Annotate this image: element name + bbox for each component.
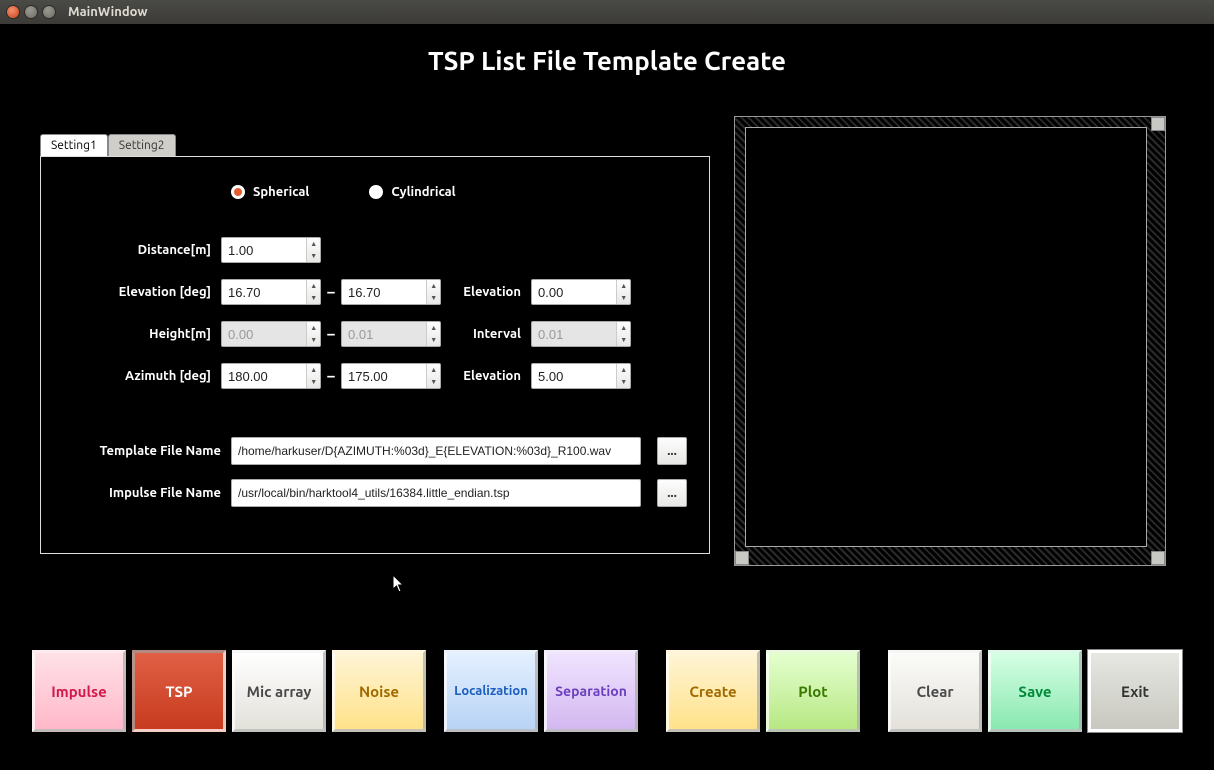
- height-to-input: [342, 322, 426, 346]
- elevation-from-stepper[interactable]: ▲▼: [221, 279, 321, 305]
- template-file-browse-button[interactable]: ...: [657, 437, 687, 465]
- clear-button[interactable]: Clear: [888, 650, 982, 732]
- elevation-from-input[interactable]: [222, 280, 306, 304]
- radio-cylindrical[interactable]: Cylindrical: [369, 185, 455, 199]
- create-button[interactable]: Create: [666, 650, 760, 732]
- interval-input: [532, 322, 616, 346]
- scroll-corner-icon[interactable]: [1151, 551, 1165, 565]
- radio-spherical-label: Spherical: [253, 185, 309, 199]
- tab-setting1[interactable]: Setting1: [40, 134, 108, 156]
- label-azimuth: Azimuth [deg]: [61, 369, 221, 383]
- tsp-button[interactable]: TSP: [132, 650, 226, 732]
- radio-spherical[interactable]: Spherical: [231, 185, 309, 199]
- azimuth-from-input[interactable]: [222, 364, 306, 388]
- plot-button[interactable]: Plot: [766, 650, 860, 732]
- azimuth-to-input[interactable]: [342, 364, 426, 388]
- stepper-arrows[interactable]: ▲▼: [306, 280, 320, 304]
- elevation-step-stepper[interactable]: ▲▼: [531, 279, 631, 305]
- elevation-step-input[interactable]: [532, 280, 616, 304]
- window-buttons: [6, 5, 56, 19]
- elevation-to-stepper[interactable]: ▲▼: [341, 279, 441, 305]
- interval-stepper: ▲▼: [531, 321, 631, 347]
- radio-dot-icon: [369, 185, 383, 199]
- stepper-arrows[interactable]: ▲▼: [306, 364, 320, 388]
- height-from-input: [222, 322, 306, 346]
- stepper-arrows[interactable]: ▲▼: [616, 364, 630, 388]
- stepper-arrows[interactable]: ▲▼: [616, 280, 630, 304]
- template-file-field-wrap: [231, 437, 641, 465]
- titlebar: MainWindow: [0, 0, 1214, 24]
- impulse-file-field-wrap: [231, 479, 641, 507]
- close-icon[interactable]: [6, 5, 20, 19]
- impulse-file-field[interactable]: [232, 480, 640, 506]
- label-height: Height[m]: [61, 327, 221, 341]
- micarray-button[interactable]: Mic array: [232, 650, 326, 732]
- separation-button[interactable]: Separation: [544, 650, 638, 732]
- range-dash: –: [321, 279, 341, 305]
- elevation-to-input[interactable]: [342, 280, 426, 304]
- radio-cylindrical-label: Cylindrical: [391, 185, 455, 199]
- label-azimuth-step: Elevation: [441, 369, 531, 383]
- label-impulse-file: Impulse File Name: [61, 486, 231, 500]
- label-distance: Distance[m]: [61, 243, 221, 257]
- range-dash: –: [321, 321, 341, 347]
- scroll-corner-icon[interactable]: [1151, 117, 1165, 131]
- impulse-button[interactable]: Impulse: [32, 650, 126, 732]
- maximize-icon[interactable]: [42, 5, 56, 19]
- stepper-arrows[interactable]: ▲▼: [306, 238, 320, 262]
- template-file-field[interactable]: [232, 438, 640, 464]
- stepper-arrows[interactable]: ▲▼: [426, 364, 440, 388]
- tab-content: Spherical Cylindrical Distance[m] ▲▼ Ele…: [40, 156, 710, 554]
- localization-button[interactable]: Localization: [444, 650, 538, 732]
- azimuth-step-input[interactable]: [532, 364, 616, 388]
- height-from-stepper: ▲▼: [221, 321, 321, 347]
- impulse-file-browse-button[interactable]: ...: [657, 479, 687, 507]
- label-template-file: Template File Name: [61, 444, 231, 458]
- preview-canvas[interactable]: [745, 127, 1147, 547]
- label-elevation: Elevation [deg]: [61, 285, 221, 299]
- page-title: TSP List File Template Create: [0, 46, 1214, 75]
- stepper-arrows[interactable]: ▲▼: [426, 280, 440, 304]
- radio-dot-icon: [231, 185, 245, 199]
- label-elevation-step: Elevation: [441, 285, 531, 299]
- distance-stepper[interactable]: ▲▼: [221, 237, 321, 263]
- label-interval: Interval: [441, 327, 531, 341]
- cursor-icon: [392, 574, 406, 594]
- noise-button[interactable]: Noise: [332, 650, 426, 732]
- stepper-arrows: ▲▼: [306, 322, 320, 346]
- settings-tabs: Setting1 Setting2 Spherical Cylindrical …: [40, 134, 710, 554]
- range-dash: –: [321, 363, 341, 389]
- scroll-corner-icon[interactable]: [735, 551, 749, 565]
- save-button[interactable]: Save: [988, 650, 1082, 732]
- height-to-stepper: ▲▼: [341, 321, 441, 347]
- azimuth-from-stepper[interactable]: ▲▼: [221, 363, 321, 389]
- stepper-arrows: ▲▼: [616, 322, 630, 346]
- stepper-arrows: ▲▼: [426, 322, 440, 346]
- distance-input[interactable]: [222, 238, 306, 262]
- preview-pane: [734, 116, 1166, 566]
- azimuth-to-stepper[interactable]: ▲▼: [341, 363, 441, 389]
- tab-setting2[interactable]: Setting2: [108, 134, 176, 156]
- azimuth-step-stepper[interactable]: ▲▼: [531, 363, 631, 389]
- minimize-icon[interactable]: [24, 5, 38, 19]
- window-title: MainWindow: [68, 5, 148, 19]
- exit-button[interactable]: Exit: [1088, 650, 1182, 732]
- bottom-button-bar: Impulse TSP Mic array Noise Localization…: [32, 650, 1182, 732]
